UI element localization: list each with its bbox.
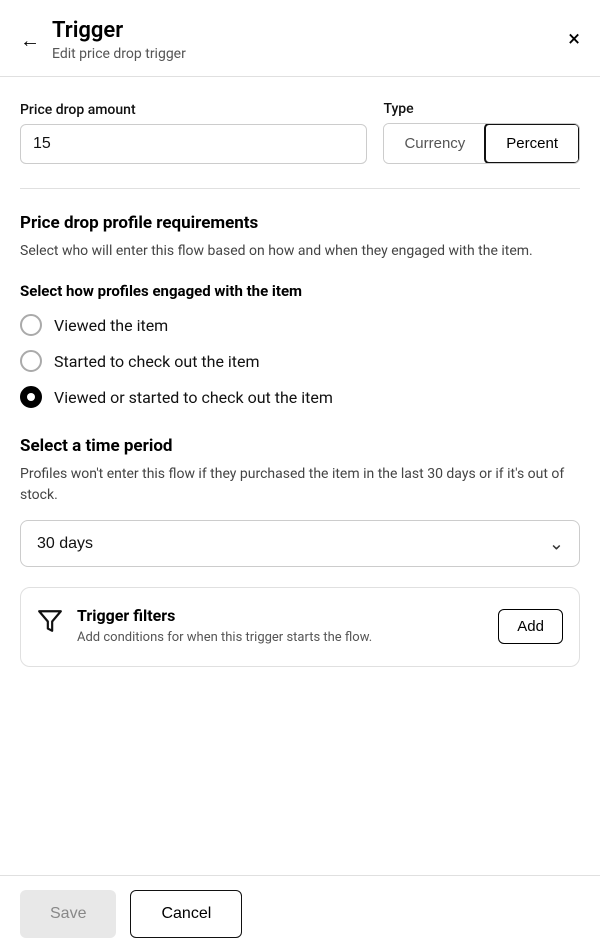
radio-label-viewed: Viewed the item	[54, 316, 168, 335]
cancel-button[interactable]: Cancel	[130, 890, 242, 938]
trigger-filters-section: Trigger filters Add conditions for when …	[20, 587, 580, 666]
radio-item-viewed-or-checkout[interactable]: Viewed or started to check out the item	[20, 386, 580, 408]
type-group: Type Currency Percent	[383, 101, 580, 164]
amount-input[interactable]	[20, 124, 367, 164]
filter-title: Trigger filters	[77, 606, 484, 625]
page-subtitle: Edit price drop trigger	[52, 46, 568, 62]
radio-label-viewed-or-checkout: Viewed or started to check out the item	[54, 388, 333, 407]
page-title: Trigger	[52, 18, 568, 44]
profile-engagement-title: Select how profiles engaged with the ite…	[20, 282, 580, 300]
bottom-bar: Save Cancel	[0, 875, 600, 952]
filter-desc: Add conditions for when this trigger sta…	[77, 629, 484, 647]
profile-requirements-desc: Select who will enter this flow based on…	[20, 241, 580, 262]
add-filter-button[interactable]: Add	[498, 609, 563, 644]
close-button[interactable]: ×	[568, 29, 580, 51]
section-divider-1	[20, 188, 580, 189]
radio-item-checkout[interactable]: Started to check out the item	[20, 350, 580, 372]
save-button[interactable]: Save	[20, 890, 116, 938]
header-title-group: Trigger Edit price drop trigger	[52, 18, 568, 62]
radio-circle-viewed	[20, 314, 42, 336]
time-period-title: Select a time period	[20, 436, 580, 456]
price-drop-row: Price drop amount Type Currency Percent	[20, 101, 580, 164]
time-period-desc: Profiles won't enter this flow if they p…	[20, 464, 580, 506]
trigger-filters-card: Trigger filters Add conditions for when …	[20, 587, 580, 666]
radio-label-checkout: Started to check out the item	[54, 352, 260, 371]
type-currency-button[interactable]: Currency	[384, 124, 485, 163]
time-period-section: Select a time period Profiles won't ente…	[20, 436, 580, 567]
radio-circle-checkout	[20, 350, 42, 372]
amount-label: Price drop amount	[20, 102, 367, 118]
profile-requirements-section: Price drop profile requirements Select w…	[20, 213, 580, 408]
type-label: Type	[383, 101, 580, 117]
radio-group: Viewed the item Started to check out the…	[20, 314, 580, 408]
filter-icon	[37, 608, 63, 640]
filter-text-group: Trigger filters Add conditions for when …	[77, 606, 484, 647]
radio-item-viewed[interactable]: Viewed the item	[20, 314, 580, 336]
header: ← Trigger Edit price drop trigger ×	[0, 0, 600, 76]
profile-requirements-title: Price drop profile requirements	[20, 213, 580, 233]
back-button[interactable]: ←	[20, 28, 40, 53]
time-period-select[interactable]: 30 days 60 days 90 days	[20, 520, 580, 567]
type-percent-button[interactable]: Percent	[484, 123, 580, 164]
radio-circle-viewed-or-checkout	[20, 386, 42, 408]
price-drop-amount-group: Price drop amount	[20, 102, 367, 164]
main-content: Price drop amount Type Currency Percent …	[0, 77, 600, 666]
type-toggle: Currency Percent	[383, 123, 580, 164]
time-period-select-wrapper: 30 days 60 days 90 days ⌄	[20, 520, 580, 567]
